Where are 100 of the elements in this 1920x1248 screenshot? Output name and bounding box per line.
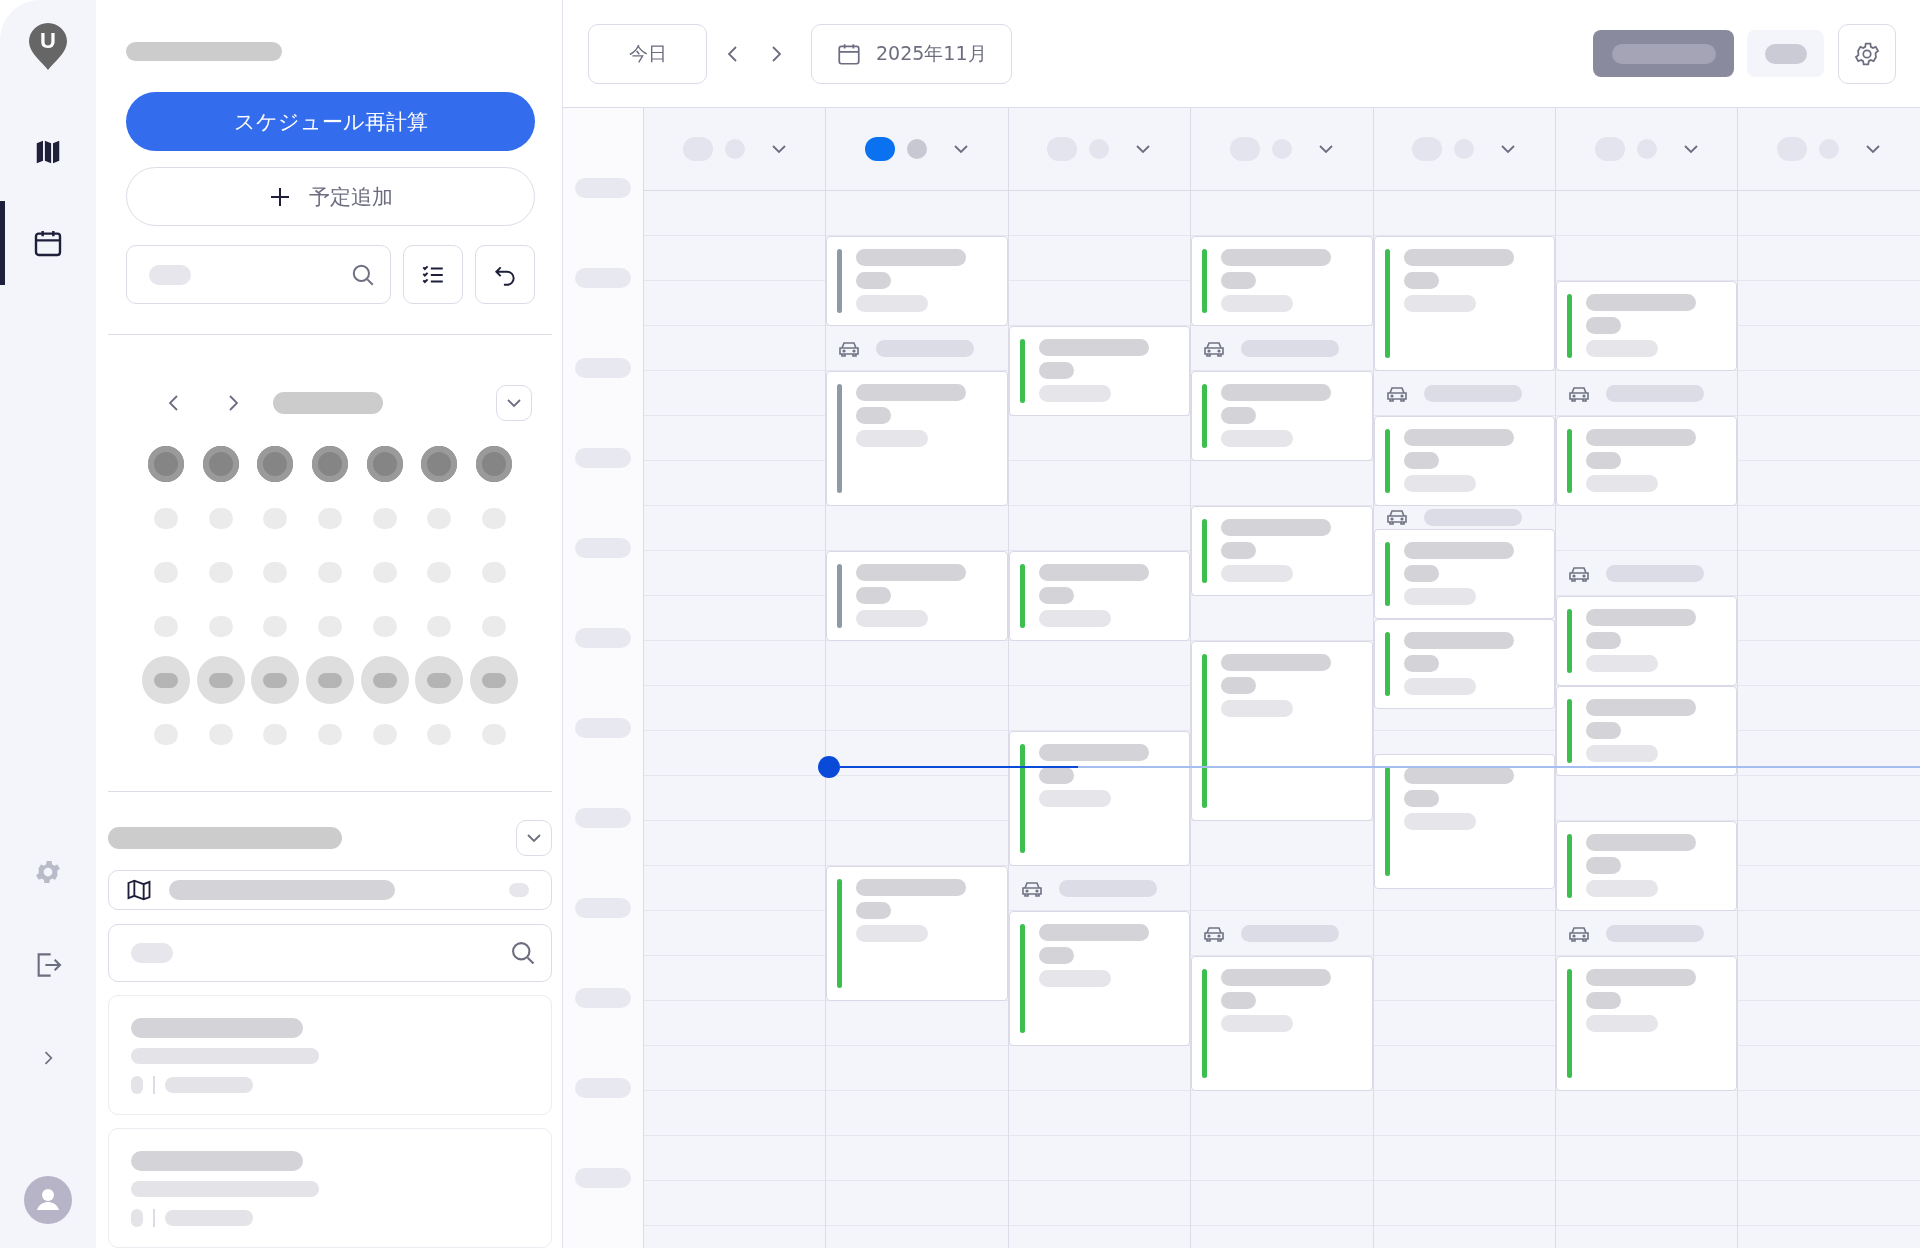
job-card[interactable] (108, 1128, 552, 1248)
month-picker-button[interactable]: 2025年11月 (811, 23, 1012, 84)
event-card[interactable] (1191, 371, 1373, 461)
event-card[interactable] (1191, 506, 1373, 596)
event-card[interactable] (1373, 753, 1555, 889)
count-placeholder (509, 883, 529, 898)
chevron-down-icon[interactable] (1682, 144, 1699, 154)
text-placeholder (1585, 992, 1621, 1009)
chevron-down-icon (526, 833, 542, 844)
event-card[interactable] (1191, 641, 1373, 821)
event-card[interactable] (826, 371, 1008, 506)
text-placeholder (1403, 452, 1439, 469)
dropdown-button[interactable] (496, 385, 532, 422)
weekday-placeholder (202, 446, 239, 483)
settings-button[interactable] (1838, 23, 1896, 84)
text-placeholder (1403, 789, 1439, 807)
chevron-down-icon[interactable] (953, 144, 970, 154)
event-card[interactable] (1373, 528, 1555, 619)
chevron-down-icon[interactable] (1135, 144, 1152, 154)
text-placeholder (856, 587, 892, 604)
text-placeholder (1585, 722, 1621, 739)
checklist-button[interactable] (403, 245, 463, 305)
text-placeholder (1585, 857, 1621, 874)
car-icon (1567, 384, 1590, 403)
primary-action-button[interactable] (1593, 30, 1734, 77)
chevron-left-icon (167, 394, 181, 413)
event-card[interactable] (1373, 618, 1555, 709)
placeholder-bar (149, 264, 191, 285)
chevron-down-icon[interactable] (1865, 144, 1882, 154)
event-card[interactable] (1191, 236, 1373, 326)
map-filter-row[interactable] (108, 870, 552, 910)
text-placeholder (856, 272, 892, 289)
text-placeholder (1221, 542, 1257, 559)
event-card[interactable] (1555, 956, 1738, 1091)
car-icon (1567, 564, 1590, 583)
add-schedule-button[interactable]: 予定追加 (126, 167, 535, 227)
chevron-down-icon (506, 398, 522, 409)
weekday-placeholder (421, 446, 458, 483)
search-field[interactable] (126, 245, 391, 305)
text-placeholder (131, 1209, 143, 1227)
placeholder-bar (131, 943, 173, 963)
chevron-down-icon[interactable] (1500, 144, 1517, 154)
avatar-icon[interactable] (24, 1176, 72, 1224)
text-placeholder (1403, 654, 1439, 672)
collapse-button[interactable] (516, 820, 552, 857)
event-card[interactable] (1555, 596, 1738, 686)
event-card[interactable] (1373, 416, 1555, 506)
event-card[interactable] (1555, 281, 1738, 371)
event-card[interactable] (1008, 911, 1191, 1046)
text-placeholder (1585, 632, 1621, 649)
text-placeholder (1221, 677, 1257, 694)
car-icon (1020, 879, 1043, 898)
secondary-action-button[interactable] (1747, 30, 1824, 77)
chevron-right-icon (769, 43, 783, 64)
weekday-placeholder (257, 446, 294, 483)
job-card[interactable] (108, 995, 552, 1115)
event-card[interactable] (1008, 731, 1191, 866)
search-icon (509, 939, 537, 967)
today-button[interactable]: 今日 (588, 23, 707, 84)
chevron-left-icon (726, 43, 740, 64)
event-card[interactable] (1191, 956, 1373, 1091)
car-icon (1385, 508, 1408, 527)
text-placeholder (1221, 992, 1257, 1009)
text-placeholder (856, 407, 892, 424)
car-icon (1385, 384, 1408, 403)
car-icon (838, 339, 861, 358)
car-icon (1203, 339, 1226, 358)
car-icon (1203, 924, 1226, 943)
day-header-placeholder[interactable] (865, 137, 896, 161)
event-card[interactable] (1008, 551, 1191, 641)
event-card[interactable] (1555, 821, 1738, 911)
weekday-placeholder (148, 446, 185, 483)
weekday-placeholder (366, 446, 403, 483)
event-card[interactable] (1373, 236, 1555, 371)
event-card[interactable] (1555, 416, 1738, 506)
event-card[interactable] (1008, 326, 1191, 416)
text-placeholder (1403, 272, 1439, 289)
chevron-right-icon (226, 394, 240, 413)
search-field[interactable] (108, 924, 552, 982)
chevron-down-icon[interactable] (1317, 144, 1334, 154)
weekday-placeholder (475, 446, 512, 483)
undo-button[interactable] (475, 245, 535, 305)
plus-icon (268, 185, 291, 208)
text-placeholder (1585, 317, 1621, 334)
event-card[interactable] (826, 866, 1008, 1001)
text-placeholder (1038, 947, 1074, 964)
text-placeholder (1221, 407, 1257, 424)
car-icon (1567, 924, 1590, 943)
recalculate-button[interactable]: スケジュール再計算 (126, 92, 535, 152)
text-placeholder (1221, 272, 1257, 289)
event-card[interactable] (826, 551, 1008, 641)
weekday-placeholder (312, 446, 349, 483)
logo-pin-icon: U (28, 22, 68, 72)
event-card[interactable] (826, 236, 1008, 326)
chevron-down-icon[interactable] (770, 144, 787, 154)
text-placeholder (1585, 452, 1621, 469)
text-placeholder (1038, 362, 1074, 379)
text-placeholder (1403, 564, 1439, 582)
text-placeholder (856, 902, 892, 919)
event-card[interactable] (1555, 686, 1738, 776)
